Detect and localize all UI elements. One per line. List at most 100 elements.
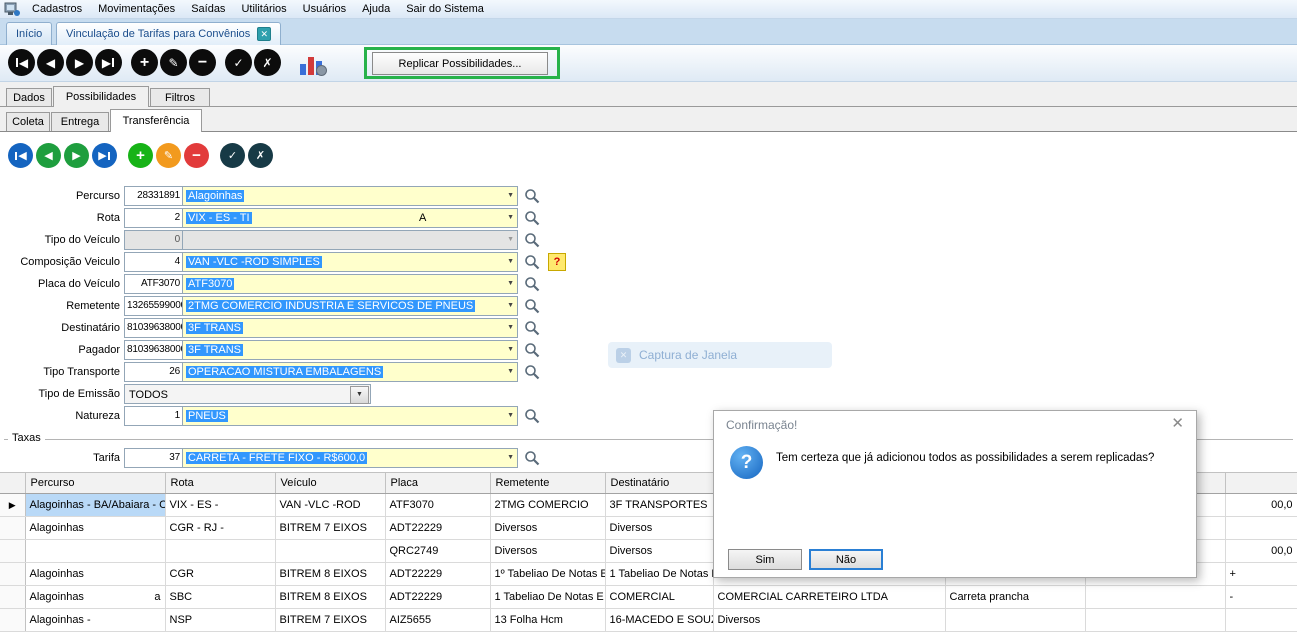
- percurso-code-input[interactable]: 28331891: [124, 186, 183, 206]
- cell-extra[interactable]: [945, 608, 1086, 632]
- tab-inicio[interactable]: Início: [6, 22, 53, 45]
- grid-edit-button[interactable]: ✎: [156, 143, 181, 168]
- grid-next-button[interactable]: ▶: [64, 143, 89, 168]
- cell-extra[interactable]: [1085, 608, 1226, 632]
- cell-percurso[interactable]: Alagoinhas -: [25, 608, 166, 632]
- cell-destinatario[interactable]: 16-MACEDO E SOUZA: [605, 608, 714, 632]
- column-header[interactable]: [1225, 472, 1297, 494]
- replicar-possibilidades-button[interactable]: Replicar Possibilidades...: [372, 52, 548, 75]
- tab-entrega[interactable]: Entrega: [51, 112, 109, 131]
- chevron-down-icon[interactable]: ▼: [507, 319, 514, 337]
- table-row[interactable]: Alagoinhas - NSP BITREM 7 EIXOS AIZ5655 …: [0, 608, 1297, 632]
- cell-percurso[interactable]: [25, 539, 166, 563]
- cell-placa[interactable]: QRC2749: [385, 539, 491, 563]
- destinatario-combo[interactable]: 3F TRANS ▼: [182, 318, 518, 338]
- delete-record-button[interactable]: −: [189, 49, 216, 76]
- menu-saidas[interactable]: Saídas: [183, 0, 233, 18]
- menu-cadastros[interactable]: Cadastros: [24, 0, 90, 18]
- cell-remetente[interactable]: 13 Folha Hcm: [490, 608, 606, 632]
- search-icon[interactable]: [523, 231, 541, 249]
- cell-valor[interactable]: 00,0: [1225, 493, 1297, 517]
- search-icon[interactable]: [523, 275, 541, 293]
- chevron-down-icon[interactable]: ▼: [507, 187, 514, 205]
- cell-veiculo[interactable]: BITREM 7 EIXOS: [275, 516, 386, 540]
- chevron-down-icon[interactable]: ▼: [350, 386, 369, 404]
- tab-dados[interactable]: Dados: [6, 88, 52, 106]
- menu-utilitarios[interactable]: Utilitários: [233, 0, 294, 18]
- grid-prior-button[interactable]: ◀: [36, 143, 61, 168]
- prior-record-button[interactable]: ◀: [37, 49, 64, 76]
- tab-transferencia[interactable]: Transferência: [110, 109, 202, 132]
- search-icon[interactable]: [523, 253, 541, 271]
- remetente-combo[interactable]: 2TMG COMERCIO INDUSTRIA E SERVICOS DE PN…: [182, 296, 518, 316]
- tab-close-icon[interactable]: ✕: [257, 27, 272, 41]
- menu-movimentacoes[interactable]: Movimentações: [90, 0, 183, 18]
- grid-cancel-button[interactable]: ✗: [248, 143, 273, 168]
- cell-percurso[interactable]: Alagoinhas - BA/Abaiara - CE: [25, 493, 166, 517]
- chevron-down-icon[interactable]: ▼: [507, 209, 514, 227]
- tipo-veiculo-combo[interactable]: ▼: [182, 230, 518, 250]
- tab-possibilidades[interactable]: Possibilidades: [53, 86, 149, 107]
- cell-percurso[interactable]: Alagoinhas a: [25, 585, 166, 609]
- help-button[interactable]: ?: [548, 253, 566, 271]
- search-icon[interactable]: [523, 187, 541, 205]
- rota-code-input[interactable]: 2: [124, 208, 183, 228]
- cell-valor[interactable]: -: [1225, 585, 1297, 609]
- search-icon[interactable]: [523, 407, 541, 425]
- cell-rota[interactable]: CGR - RJ -: [165, 516, 276, 540]
- cell-placa[interactable]: AIZ5655: [385, 608, 491, 632]
- natureza-combo[interactable]: PNEUS ▼: [182, 406, 518, 426]
- search-icon[interactable]: [523, 209, 541, 227]
- grid-confirm-button[interactable]: ✓: [220, 143, 245, 168]
- column-header-placa[interactable]: Placa: [385, 472, 491, 494]
- composicao-code-input[interactable]: 4: [124, 252, 183, 272]
- remetente-code-input[interactable]: 13265599000137: [124, 296, 183, 316]
- confirm-button[interactable]: ✓: [225, 49, 252, 76]
- table-row[interactable]: Alagoinhas a SBC BITREM 8 EIXOS ADT22229 …: [0, 585, 1297, 609]
- chevron-down-icon[interactable]: ▼: [507, 407, 514, 425]
- placa-code-input[interactable]: ATF3070: [124, 274, 183, 294]
- rota-combo[interactable]: VIX - ES - TI A ▼: [182, 208, 518, 228]
- cell-rota[interactable]: CGR: [165, 562, 276, 586]
- cell-valor[interactable]: [1225, 516, 1297, 540]
- menu-sair-do-sistema[interactable]: Sair do Sistema: [398, 0, 492, 18]
- natureza-code-input[interactable]: 1: [124, 406, 183, 426]
- search-icon[interactable]: [523, 449, 541, 467]
- column-header-rota[interactable]: Rota: [165, 472, 276, 494]
- edit-record-button[interactable]: ✎: [160, 49, 187, 76]
- cell-placa[interactable]: ATF3070: [385, 493, 491, 517]
- cell-destinatario[interactable]: 1 Tabeliao De Notas E: [605, 562, 714, 586]
- cell-placa[interactable]: ADT22229: [385, 516, 491, 540]
- cell-destinatario[interactable]: Diversos: [605, 516, 714, 540]
- cell-placa[interactable]: ADT22229: [385, 562, 491, 586]
- tarifa-code-input[interactable]: 37: [124, 448, 183, 468]
- chevron-down-icon[interactable]: ▼: [507, 253, 514, 271]
- destinatario-code-input[interactable]: 81039638000138: [124, 318, 183, 338]
- chevron-down-icon[interactable]: ▼: [507, 275, 514, 293]
- cell-pagador[interactable]: Diversos: [713, 608, 946, 632]
- cell-placa[interactable]: ADT22229: [385, 585, 491, 609]
- chevron-down-icon[interactable]: ▼: [507, 363, 514, 381]
- chevron-down-icon[interactable]: ▼: [507, 231, 514, 249]
- tipo-veiculo-code-input[interactable]: 0: [124, 230, 183, 250]
- cell-extra[interactable]: Carreta prancha: [945, 585, 1086, 609]
- chevron-down-icon[interactable]: ▼: [507, 449, 514, 467]
- column-header-remetente[interactable]: Remetente: [490, 472, 606, 494]
- next-record-button[interactable]: ▶: [66, 49, 93, 76]
- chevron-down-icon[interactable]: ▼: [507, 341, 514, 359]
- tab-coleta[interactable]: Coleta: [6, 112, 50, 131]
- tarifa-combo[interactable]: CARRETA - FRETE FIXO - R$600,0 ▼: [182, 448, 518, 468]
- last-record-button[interactable]: ▶: [95, 49, 122, 76]
- cell-remetente[interactable]: Diversos: [490, 539, 606, 563]
- cell-veiculo[interactable]: [275, 539, 386, 563]
- pagador-code-input[interactable]: 81039638000138: [124, 340, 183, 360]
- search-icon[interactable]: [523, 319, 541, 337]
- cell-destinatario[interactable]: COMERCIAL: [605, 585, 714, 609]
- cancel-button[interactable]: ✗: [254, 49, 281, 76]
- cell-remetente[interactable]: 1º Tabeliao De Notas E: [490, 562, 606, 586]
- cell-percurso[interactable]: Alagoinhas: [25, 516, 166, 540]
- column-header-percurso[interactable]: Percurso: [25, 472, 166, 494]
- percurso-combo[interactable]: Alagoinhas ▼: [182, 186, 518, 206]
- composicao-combo[interactable]: VAN -VLC -ROD SIMPLES ▼: [182, 252, 518, 272]
- cell-destinatario[interactable]: 3F TRANSPORTES: [605, 493, 714, 517]
